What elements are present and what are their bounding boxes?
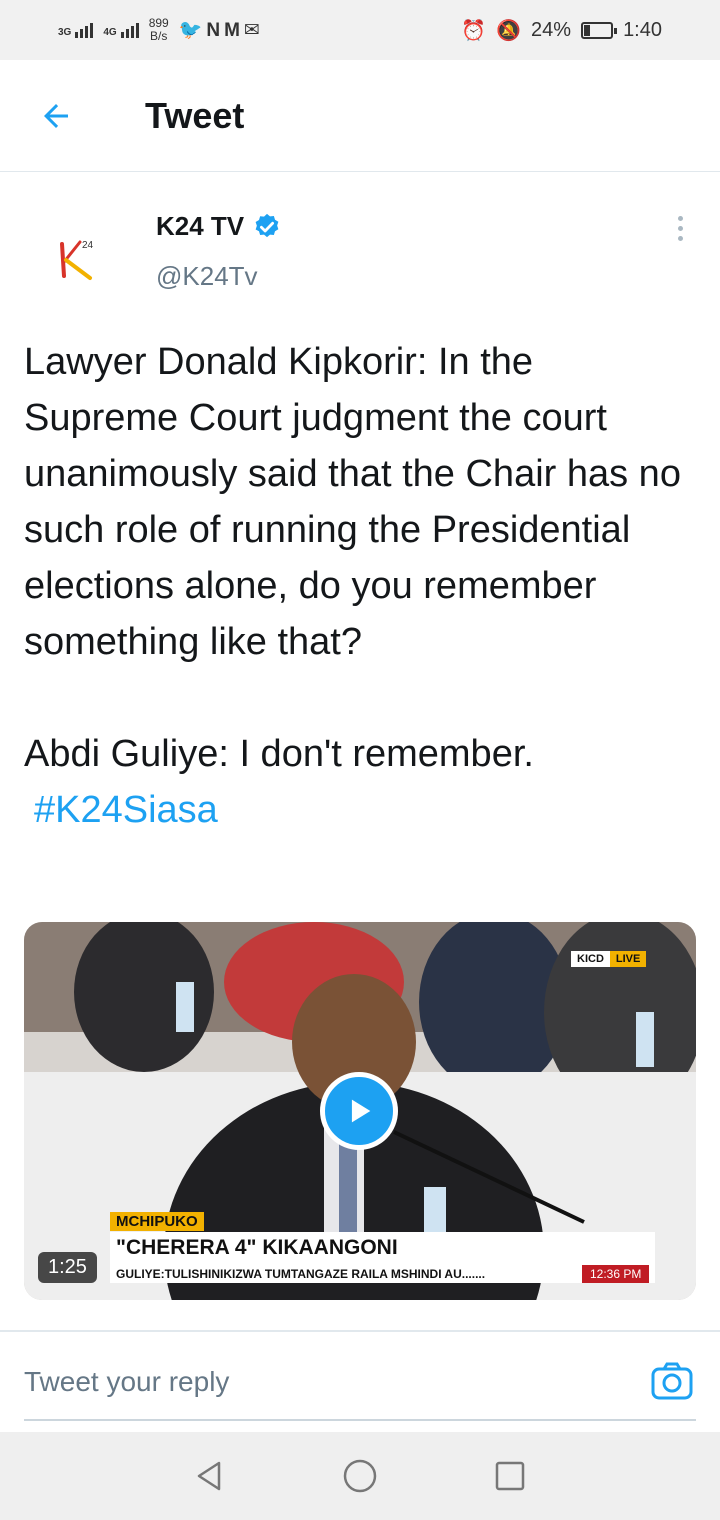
- avatar[interactable]: 24: [42, 214, 122, 294]
- lower-third-headline: "CHERERA 4" KIKAANGONI: [110, 1232, 655, 1265]
- badge-live: LIVE: [609, 951, 647, 967]
- play-icon: [351, 1099, 371, 1123]
- lower-third-ticker: GULIYE:TULISHINIKIZWA TUMTANGAZE RAILA M…: [110, 1265, 655, 1283]
- mute-icon: 🔕: [496, 19, 522, 42]
- badge-kicd: KICD: [571, 951, 610, 967]
- signal-icon: 3G: [58, 22, 94, 38]
- nav-recents-button[interactable]: [490, 1456, 530, 1496]
- kicd-live-badge: KICD LIVE: [571, 951, 647, 967]
- nav-back-button[interactable]: [190, 1456, 230, 1496]
- clock: 1:40: [623, 18, 662, 41]
- tweet-text: Lawyer Donald Kipkorir: In the Supreme C…: [24, 334, 696, 838]
- notification-icons: 🐦NM✉: [179, 18, 264, 42]
- video-duration: 1:25: [38, 1252, 97, 1283]
- divider: [0, 1330, 720, 1332]
- hashtag-link[interactable]: #K24Siasa: [24, 782, 696, 838]
- twitter-icon: 🐦: [178, 20, 207, 41]
- app-header: Tweet: [0, 60, 720, 172]
- k24-logo-icon: 24: [60, 240, 94, 280]
- tweet-body: Lawyer Donald Kipkorir: In the Supreme C…: [24, 341, 681, 775]
- page-title: Tweet: [145, 94, 245, 136]
- circle-home-icon: [343, 1459, 377, 1493]
- author-name-text: K24 TV: [156, 211, 245, 241]
- system-nav-bar: [0, 1432, 720, 1520]
- nav-home-button[interactable]: [340, 1456, 380, 1496]
- status-bar: 3G 4G 899 B/s 🐦NM✉ ⏰ 🔕 24% 1:40: [0, 0, 720, 60]
- alarm-icon: ⏰: [461, 19, 487, 42]
- lower-third-tag: MCHIPUKO: [110, 1212, 204, 1231]
- battery-icon: [581, 21, 618, 39]
- ticker-time: 12:36 PM: [582, 1265, 650, 1283]
- status-left: 3G 4G 899 B/s 🐦NM✉: [58, 17, 264, 43]
- reply-input[interactable]: Tweet your reply: [24, 1345, 696, 1421]
- battery-percent: 24%: [531, 18, 572, 41]
- back-button[interactable]: [25, 85, 87, 147]
- arrow-left-icon: [44, 103, 68, 128]
- author-handle[interactable]: @K24Tv: [156, 261, 258, 292]
- svg-text:24: 24: [82, 240, 94, 251]
- video-player[interactable]: KICD LIVE MCHIPUKO "CHERERA 4" KIKAANGON…: [24, 922, 696, 1300]
- camera-button[interactable]: [650, 1361, 694, 1406]
- play-button[interactable]: [320, 1072, 398, 1150]
- tweet-author: 24 K24 TV @K24Tv: [0, 196, 720, 306]
- verified-badge-icon: [255, 213, 279, 237]
- triangle-back-icon: [197, 1461, 221, 1491]
- gmail-icon: M: [224, 20, 244, 41]
- square-recents-icon: [495, 1461, 525, 1491]
- author-name[interactable]: K24 TV: [156, 211, 282, 242]
- signal-icon: 4G: [103, 22, 139, 38]
- reply-placeholder: Tweet your reply: [24, 1366, 230, 1397]
- camera-icon: [651, 1362, 693, 1400]
- status-right: ⏰ 🔕 24% 1:40: [461, 18, 662, 43]
- n-icon: N: [206, 20, 225, 41]
- message-icon: ✉: [243, 20, 264, 41]
- more-vertical-icon: [677, 215, 683, 221]
- network-speed: 899 B/s: [148, 16, 169, 43]
- more-options-button[interactable]: [664, 212, 696, 244]
